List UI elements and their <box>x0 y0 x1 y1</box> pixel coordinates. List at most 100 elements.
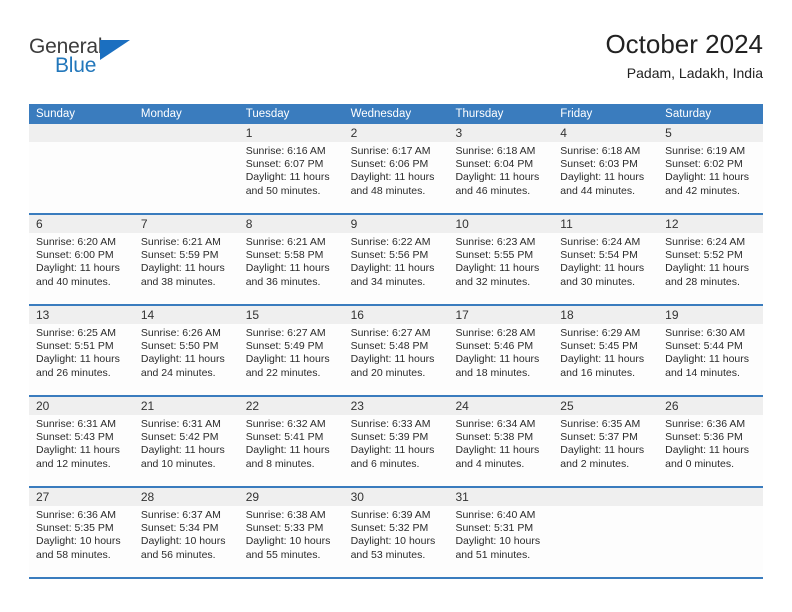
day-number-10[interactable]: 10 <box>448 215 553 233</box>
day-info-line: Daylight: 11 hours <box>560 353 645 366</box>
day-cell-19[interactable]: Sunrise: 6:30 AM Sunset: 5:44 PM Daylight:… <box>658 324 763 395</box>
day-number-17[interactable]: 17 <box>448 306 553 324</box>
day-number-26[interactable]: 26 <box>658 397 763 415</box>
day-info-line: and 36 minutes. <box>245 275 321 288</box>
day-info-line: and 28 minutes. <box>665 275 740 288</box>
day-cell-empty <box>29 142 134 213</box>
day-number-2[interactable]: 2 <box>344 124 449 142</box>
day-cell-17[interactable]: Sunrise: 6:28 AM Sunset: 5:46 PM Daylight:… <box>448 324 553 395</box>
day-info-line: Daylight: 10 hours <box>140 535 226 548</box>
day-info-line: Sunrise: 6:16 AM <box>245 145 326 157</box>
day-number-22[interactable]: 22 <box>239 397 344 415</box>
day-number-31[interactable]: 31 <box>448 488 553 506</box>
day-cell-3[interactable]: Sunrise: 6:18 AM Sunset: 6:04 PM Daylight:… <box>448 142 553 213</box>
day-cell-24[interactable]: Sunrise: 6:34 AM Sunset: 5:38 PM Daylight:… <box>448 415 553 486</box>
day-cell-2[interactable]: Sunrise: 6:17 AM Sunset: 6:06 PM Daylight:… <box>344 142 449 213</box>
day-cell-8[interactable]: Sunrise: 6:21 AM Sunset: 5:58 PM Daylight:… <box>239 233 344 304</box>
day-info-line: and 24 minutes. <box>140 366 216 379</box>
day-number-20[interactable]: 20 <box>29 397 134 415</box>
day-number-27[interactable]: 27 <box>29 488 134 506</box>
day-cell-11[interactable]: Sunrise: 6:24 AM Sunset: 5:54 PM Daylight:… <box>553 233 658 304</box>
day-cell-16[interactable]: Sunrise: 6:27 AM Sunset: 5:48 PM Daylight:… <box>344 324 449 395</box>
day-info-line: Sunrise: 6:27 AM <box>350 327 431 339</box>
day-info-line: Sunrise: 6:36 AM <box>36 509 116 521</box>
day-cell-18[interactable]: Sunrise: 6:29 AM Sunset: 5:45 PM Daylight:… <box>553 324 658 395</box>
day-number-empty <box>29 124 134 142</box>
day-cell-23[interactable]: Sunrise: 6:33 AM Sunset: 5:39 PM Daylight:… <box>344 415 449 486</box>
day-info-line: Sunset: 5:46 PM <box>455 340 534 353</box>
day-cell-27[interactable]: Sunrise: 6:36 AM Sunset: 5:35 PM Daylight:… <box>29 506 134 577</box>
day-cell-7[interactable]: Sunrise: 6:21 AM Sunset: 5:59 PM Daylight:… <box>134 233 239 304</box>
day-cell-4[interactable]: Sunrise: 6:18 AM Sunset: 6:03 PM Daylight:… <box>553 142 658 213</box>
day-info-line: and 55 minutes. <box>245 548 321 561</box>
day-number-19[interactable]: 19 <box>658 306 763 324</box>
day-info-line: Sunrise: 6:22 AM <box>350 236 431 248</box>
day-info-line: Sunrise: 6:32 AM <box>245 418 326 430</box>
day-info-line: Sunrise: 6:21 AM <box>140 236 221 248</box>
day-number-23[interactable]: 23 <box>344 397 449 415</box>
day-cell-28[interactable]: Sunrise: 6:37 AM Sunset: 5:34 PM Daylight:… <box>134 506 239 577</box>
day-number-3[interactable]: 3 <box>448 124 553 142</box>
day-cell-9[interactable]: Sunrise: 6:22 AM Sunset: 5:56 PM Daylight:… <box>344 233 449 304</box>
day-cell-15[interactable]: Sunrise: 6:27 AM Sunset: 5:49 PM Daylight:… <box>239 324 344 395</box>
day-number-21[interactable]: 21 <box>134 397 239 415</box>
day-number-1[interactable]: 1 <box>239 124 344 142</box>
day-number-11[interactable]: 11 <box>553 215 658 233</box>
page-header: General Blue October 2024 Padam, Ladakh,… <box>29 28 763 98</box>
day-info-line: Sunset: 5:58 PM <box>245 249 324 262</box>
day-info-line: and 34 minutes. <box>350 275 426 288</box>
day-cell-6[interactable]: Sunrise: 6:20 AM Sunset: 6:00 PM Daylight:… <box>29 233 134 304</box>
week-body: Sunrise: 6:25 AM Sunset: 5:51 PM Daylight:… <box>29 324 763 395</box>
day-number-18[interactable]: 18 <box>553 306 658 324</box>
day-number-7[interactable]: 7 <box>134 215 239 233</box>
day-number-15[interactable]: 15 <box>239 306 344 324</box>
day-cell-20[interactable]: Sunrise: 6:31 AM Sunset: 5:43 PM Daylight:… <box>29 415 134 486</box>
day-number-28[interactable]: 28 <box>134 488 239 506</box>
day-cell-30[interactable]: Sunrise: 6:39 AM Sunset: 5:32 PM Daylight:… <box>344 506 449 577</box>
day-cell-21[interactable]: Sunrise: 6:31 AM Sunset: 5:42 PM Daylight:… <box>134 415 239 486</box>
day-info-line: Sunset: 6:06 PM <box>350 158 429 171</box>
day-cell-26[interactable]: Sunrise: 6:36 AM Sunset: 5:36 PM Daylight:… <box>658 415 763 486</box>
day-cell-empty <box>658 506 763 577</box>
calendar-week-row: 20 21 22 23 24 25 26 Sunrise: 6:31 AM Sunset: 5:… <box>29 395 763 486</box>
day-number-16[interactable]: 16 <box>344 306 449 324</box>
day-number-6[interactable]: 6 <box>29 215 134 233</box>
day-info-line: Daylight: 11 hours <box>455 444 540 457</box>
day-cell-22[interactable]: Sunrise: 6:32 AM Sunset: 5:41 PM Daylight:… <box>239 415 344 486</box>
day-info-line: Daylight: 11 hours <box>665 444 750 457</box>
day-number-30[interactable]: 30 <box>344 488 449 506</box>
day-cell-5[interactable]: Sunrise: 6:19 AM Sunset: 6:02 PM Daylight:… <box>658 142 763 213</box>
day-info-line: and 44 minutes. <box>560 184 636 197</box>
day-cell-10[interactable]: Sunrise: 6:23 AM Sunset: 5:55 PM Daylight:… <box>448 233 553 304</box>
day-cell-12[interactable]: Sunrise: 6:24 AM Sunset: 5:52 PM Daylight:… <box>658 233 763 304</box>
day-cell-14[interactable]: Sunrise: 6:26 AM Sunset: 5:50 PM Daylight:… <box>134 324 239 395</box>
day-number-12[interactable]: 12 <box>658 215 763 233</box>
calendar-weeks: 1 2 3 4 5 Sunrise: 6:16 AM Sunset: 6:07 PM Dayl… <box>29 124 763 577</box>
calendar-week-row: 6 7 8 9 10 11 12 Sunrise: 6:20 AM Sunset: 6:00 P… <box>29 213 763 304</box>
day-info-line: Sunrise: 6:20 AM <box>36 236 116 248</box>
day-info-line: and 14 minutes. <box>665 366 740 379</box>
day-number-4[interactable]: 4 <box>553 124 658 142</box>
day-number-8[interactable]: 8 <box>239 215 344 233</box>
day-cell-31[interactable]: Sunrise: 6:40 AM Sunset: 5:31 PM Daylight:… <box>448 506 553 577</box>
day-cell-13[interactable]: Sunrise: 6:25 AM Sunset: 5:51 PM Daylight:… <box>29 324 134 395</box>
day-info-line: Sunset: 5:42 PM <box>140 431 219 444</box>
day-number-14[interactable]: 14 <box>134 306 239 324</box>
day-info-line: Daylight: 11 hours <box>36 262 120 275</box>
day-number-9[interactable]: 9 <box>344 215 449 233</box>
day-cell-29[interactable]: Sunrise: 6:38 AM Sunset: 5:33 PM Daylight:… <box>239 506 344 577</box>
day-info-line: Sunrise: 6:34 AM <box>455 418 536 430</box>
day-cell-1[interactable]: Sunrise: 6:16 AM Sunset: 6:07 PM Daylight:… <box>239 142 344 213</box>
weekday-header-tuesday: Tuesday <box>245 108 290 120</box>
day-number-24[interactable]: 24 <box>448 397 553 415</box>
day-number-25[interactable]: 25 <box>553 397 658 415</box>
logo-triangle-icon <box>100 40 130 60</box>
day-number-29[interactable]: 29 <box>239 488 344 506</box>
day-info-line: and 48 minutes. <box>350 184 426 197</box>
week-date-bar: 27 28 29 30 31 <box>29 488 763 506</box>
day-number-5[interactable]: 5 <box>658 124 763 142</box>
weekday-header-friday: Friday <box>560 108 593 120</box>
week-date-bar: 13 14 15 16 17 18 19 <box>29 306 763 324</box>
day-cell-25[interactable]: Sunrise: 6:35 AM Sunset: 5:37 PM Daylight:… <box>553 415 658 486</box>
day-number-13[interactable]: 13 <box>29 306 134 324</box>
